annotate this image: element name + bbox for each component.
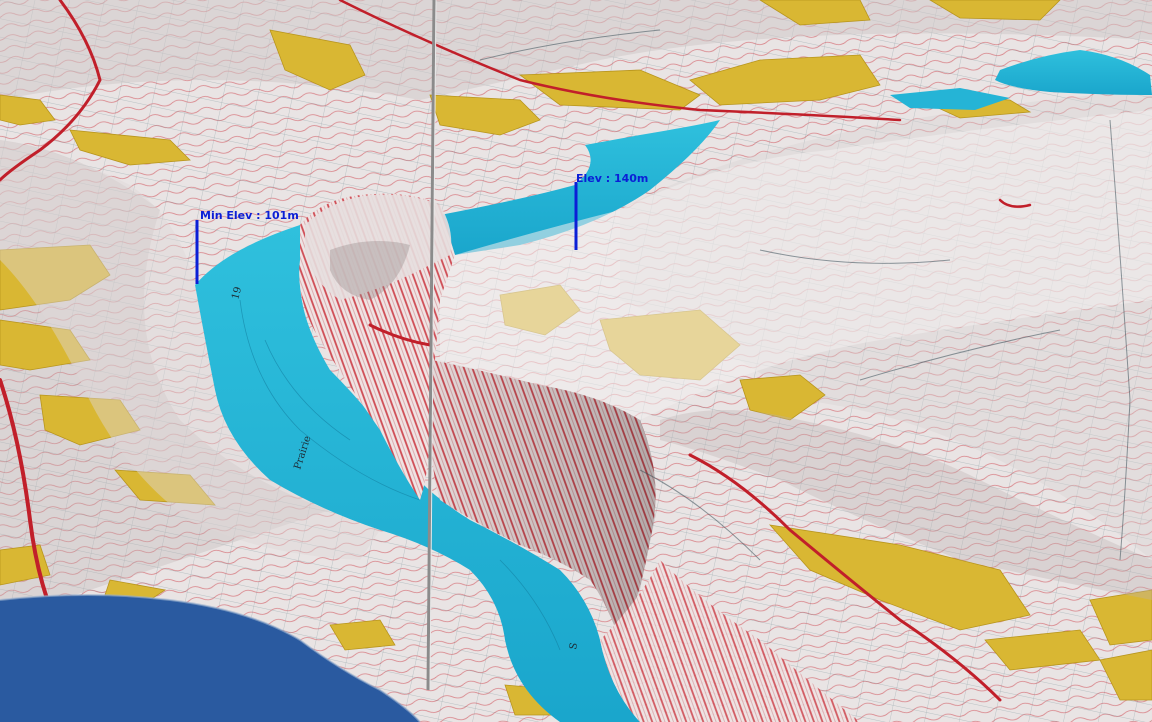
elevation-marker-point-label: Elev : 140m bbox=[576, 172, 648, 185]
elevation-marker-min-label: Min Elev : 101m bbox=[200, 209, 299, 222]
terrain-map-view[interactable]: Prairie 19 S Min Elev : 101m Elev : 140m bbox=[0, 0, 1152, 722]
terrain-3d-canvas[interactable]: Prairie 19 S Min Elev : 101m Elev : 140m bbox=[0, 0, 1152, 722]
